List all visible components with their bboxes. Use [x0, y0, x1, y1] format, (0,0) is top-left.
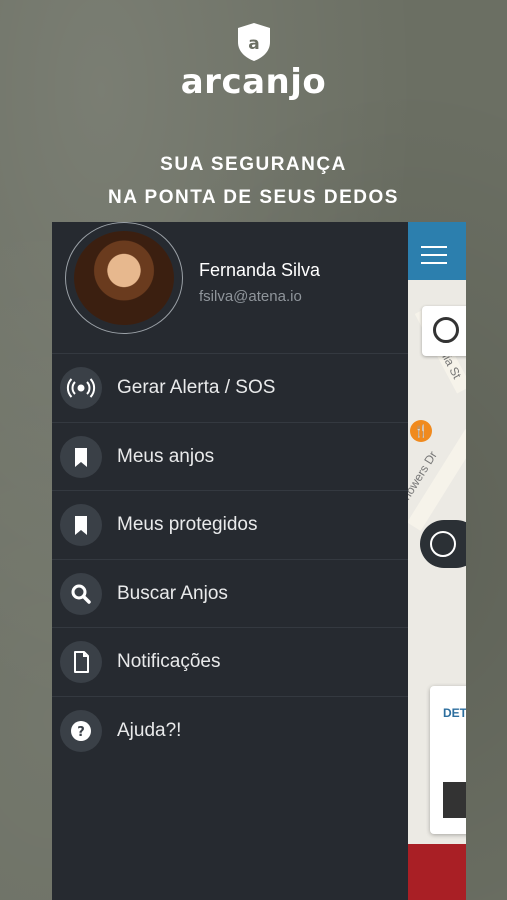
- broadcast-icon: [60, 367, 102, 409]
- menu-item-buscar-anjos[interactable]: Buscar Anjos: [52, 560, 408, 629]
- alert-bar[interactable]: [408, 844, 466, 900]
- help-icon: ?: [60, 709, 102, 752]
- crosshair-icon: [433, 317, 459, 343]
- map-view[interactable]: California St Showers Dr 🍴 DET: [395, 222, 466, 900]
- document-icon: [60, 641, 102, 684]
- locate-me-button[interactable]: [422, 306, 466, 356]
- tagline: SUA SEGURANÇA NA PONTA DE SEUS DEDOS: [0, 148, 507, 214]
- user-icon: [430, 531, 456, 557]
- menu-item-notificacoes[interactable]: Notificações: [52, 628, 408, 697]
- hamburger-menu-icon[interactable]: [421, 246, 447, 270]
- bookmark-icon: [60, 435, 102, 478]
- phone-screen: California St Showers Dr 🍴 DET Fernanda …: [52, 222, 466, 900]
- detail-card-button[interactable]: [443, 782, 466, 818]
- menu-item-label: Meus protegidos: [117, 514, 258, 536]
- menu-item-meus-protegidos[interactable]: Meus protegidos: [52, 491, 408, 560]
- menu-item-sos[interactable]: Gerar Alerta / SOS: [52, 354, 408, 423]
- map-header: [408, 222, 466, 280]
- menu-item-label: Gerar Alerta / SOS: [117, 377, 276, 398]
- drawer-menu: Gerar Alerta / SOS Meus anjos Meus prote…: [52, 354, 408, 766]
- menu-item-meus-anjos[interactable]: Meus anjos: [52, 423, 408, 492]
- user-email: fsilva@atena.io: [199, 288, 302, 305]
- menu-item-label: Ajuda?!: [117, 719, 182, 741]
- profile-header[interactable]: Fernanda Silva fsilva@atena.io: [52, 222, 408, 354]
- user-location-button[interactable]: [420, 520, 466, 568]
- menu-item-label: Buscar Anjos: [117, 582, 228, 604]
- logo-letter: a: [248, 34, 259, 54]
- bookmark-icon: [60, 504, 102, 547]
- brand-name: arcanjo: [180, 62, 327, 102]
- menu-item-label: Notificações: [117, 651, 221, 673]
- user-name: Fernanda Silva: [199, 260, 321, 280]
- restaurant-pin-icon[interactable]: 🍴: [410, 420, 432, 442]
- avatar[interactable]: [65, 222, 183, 334]
- svg-text:?: ?: [77, 725, 85, 740]
- avatar-photo: [74, 231, 174, 325]
- detail-label: DET: [443, 706, 466, 720]
- tagline-line2: NA PONTA DE SEUS DEDOS: [108, 187, 399, 208]
- menu-item-label: Meus anjos: [117, 445, 215, 467]
- menu-item-ajuda[interactable]: ? Ajuda?!: [52, 697, 408, 766]
- shield-logo-icon: a: [237, 23, 270, 61]
- navigation-drawer: Fernanda Silva fsilva@atena.io Gerar Ale…: [52, 222, 408, 900]
- brand-header: a arcanjo: [0, 22, 507, 102]
- search-icon: [60, 572, 102, 615]
- tagline-line1: SUA SEGURANÇA: [160, 154, 347, 175]
- detail-card[interactable]: DET: [430, 686, 466, 834]
